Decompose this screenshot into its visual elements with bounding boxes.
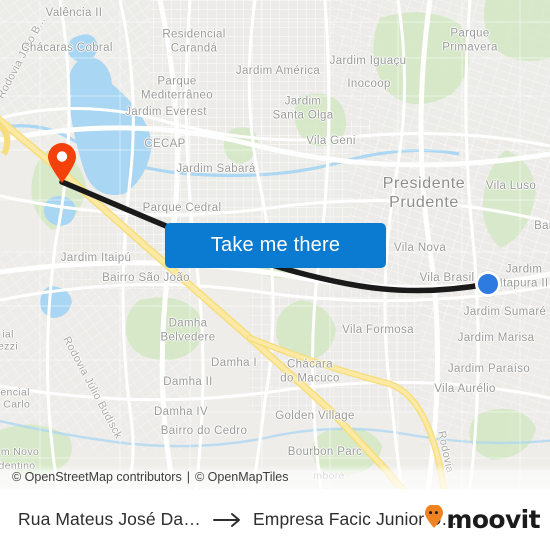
arrow-right-icon	[213, 512, 243, 528]
attribution-osm[interactable]: © OpenStreetMap contributors	[12, 470, 182, 484]
trip-origin-label[interactable]: Rua Mateus José Da Sil...	[18, 509, 203, 530]
moovit-wordmark: moovit	[446, 505, 540, 534]
trip-endpoints: Rua Mateus José Da Sil... Empresa Facic …	[18, 509, 457, 530]
map-pin-icon	[48, 143, 76, 183]
trip-summary-bar: Rua Mateus José Da Sil... Empresa Facic …	[0, 489, 550, 550]
map-attribution: © OpenStreetMap contributors | © OpenMap…	[0, 465, 550, 489]
moovit-trip-screen: Valência II Rodovia Júlio B... Chácaras Co…	[0, 0, 550, 550]
moovit-pin-icon	[424, 504, 444, 534]
moovit-logo[interactable]: moovit	[424, 504, 541, 534]
attribution-tiles[interactable]: © OpenMapTiles	[195, 470, 289, 484]
take-me-there-button[interactable]: Take me there	[165, 223, 386, 268]
destination-marker[interactable]	[475, 271, 501, 297]
map-canvas[interactable]: Valência II Rodovia Júlio B... Chácaras Co…	[0, 0, 550, 489]
attribution-separator: |	[186, 470, 190, 484]
